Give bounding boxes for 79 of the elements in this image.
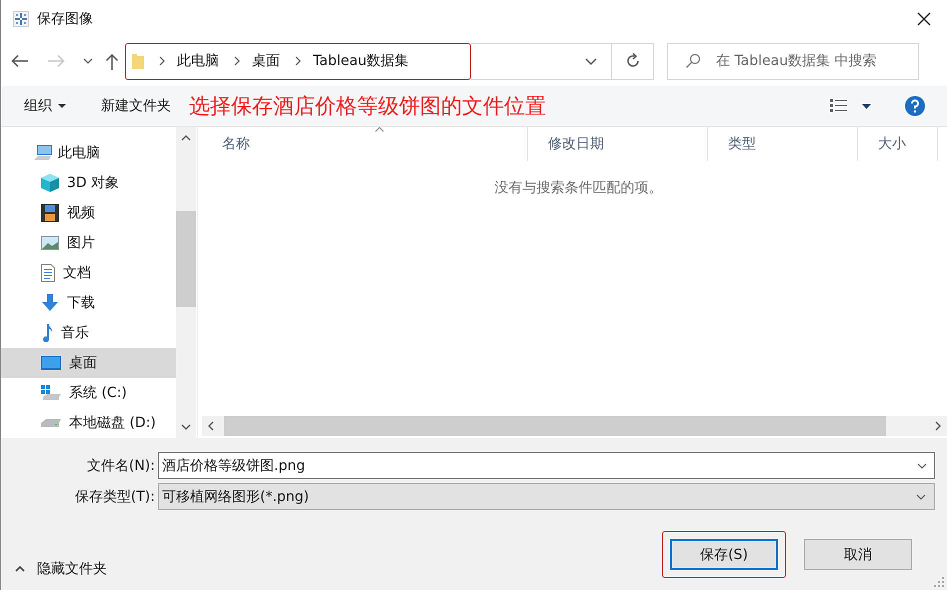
chevron-down-icon bbox=[585, 58, 597, 64]
monitor-icon bbox=[41, 356, 61, 370]
window-title: 保存图像 bbox=[37, 10, 93, 28]
sort-caret-icon bbox=[375, 127, 384, 132]
hide-folders-button[interactable]: 隐藏文件夹 bbox=[15, 560, 107, 578]
column-header[interactable]: 名称 bbox=[202, 127, 528, 161]
caret-icon[interactable] bbox=[862, 104, 871, 108]
refresh-icon bbox=[624, 53, 640, 69]
drive-icon bbox=[41, 418, 61, 428]
search-icon bbox=[685, 52, 701, 68]
chevron-up-icon bbox=[181, 135, 191, 141]
address-bar[interactable]: 此电脑 桌面 Tableau数据集 bbox=[125, 42, 471, 80]
film-icon bbox=[41, 204, 59, 222]
search-field[interactable]: 在 Tableau数据集 中搜索 bbox=[667, 42, 919, 80]
sidebar-item[interactable]: 图片 bbox=[1, 228, 176, 258]
field-label: 保存类型(T): bbox=[74, 488, 156, 506]
chevron-down-icon bbox=[181, 424, 191, 430]
file-type-dropdown[interactable]: 可移植网络图形(*.png) bbox=[158, 483, 935, 510]
music-note-icon bbox=[41, 324, 53, 342]
sidebar-item[interactable]: 文档 bbox=[1, 258, 176, 288]
scrollbar-thumb[interactable] bbox=[176, 211, 196, 307]
sidebar-label: 本地磁盘 (D:) bbox=[69, 414, 156, 432]
chevron-down-icon bbox=[916, 494, 926, 500]
sidebar-label: 图片 bbox=[67, 234, 95, 252]
system-drive-icon bbox=[41, 385, 61, 401]
empty-message: 没有与搜索条件匹配的项。 bbox=[494, 179, 662, 198]
sidebar-item[interactable]: 下载 bbox=[1, 288, 176, 318]
back-arrow-icon[interactable] bbox=[11, 54, 29, 68]
sidebar-label: 3D 对象 bbox=[67, 174, 120, 192]
sidebar-label: 文档 bbox=[63, 264, 91, 282]
sidebar-item[interactable]: 桌面 bbox=[1, 348, 176, 378]
chevron-up-icon bbox=[15, 566, 25, 572]
close-icon[interactable] bbox=[917, 12, 931, 26]
annotation-text: 选择保存酒店价格等级饼图的文件位置 bbox=[189, 93, 546, 120]
document-icon bbox=[41, 264, 55, 282]
sidebar-item[interactable]: 本地磁盘 (D:) bbox=[1, 408, 176, 438]
app-icon bbox=[13, 11, 29, 27]
sidebar-item[interactable]: 音乐 bbox=[1, 318, 176, 348]
sidebar-item[interactable]: 此电脑 bbox=[1, 138, 176, 168]
chevron-right-icon bbox=[935, 421, 941, 431]
sidebar-label: 系统 (C:) bbox=[69, 384, 127, 402]
chevron-left-icon bbox=[208, 421, 214, 431]
column-header[interactable]: 大小 bbox=[858, 127, 938, 161]
file-name-field[interactable]: 酒店价格等级饼图.png bbox=[158, 452, 935, 479]
chevron-right-icon bbox=[159, 56, 165, 66]
sidebar-item[interactable]: 3D 对象 bbox=[1, 168, 176, 198]
refresh-button[interactable] bbox=[612, 42, 654, 80]
down-arrow-icon bbox=[41, 294, 59, 312]
column-header[interactable]: 修改日期 bbox=[528, 127, 708, 161]
vertical-scrollbar[interactable] bbox=[176, 127, 196, 438]
chevron-right-icon bbox=[295, 56, 301, 66]
computer-icon bbox=[34, 145, 54, 161]
sidebar-label: 视频 bbox=[67, 204, 95, 222]
caret-icon bbox=[58, 104, 66, 108]
column-header[interactable]: 类型 bbox=[708, 127, 858, 161]
cube-icon bbox=[41, 174, 59, 192]
breadcrumb[interactable]: Tableau数据集 bbox=[313, 52, 409, 70]
field-label: 文件名(N): bbox=[86, 456, 156, 474]
picture-icon bbox=[41, 236, 59, 250]
help-icon[interactable] bbox=[905, 96, 925, 116]
resize-grip-icon[interactable] bbox=[933, 576, 945, 588]
dialog-button[interactable]: 取消 bbox=[804, 539, 912, 570]
new-folder-button[interactable]: 新建文件夹 bbox=[101, 97, 171, 115]
organize-menu[interactable]: 组织 bbox=[24, 97, 66, 115]
sidebar-label: 音乐 bbox=[61, 324, 89, 342]
sidebar-item[interactable]: 系统 (C:) bbox=[1, 378, 176, 408]
up-arrow-icon[interactable] bbox=[105, 52, 119, 70]
sidebar-label: 桌面 bbox=[69, 354, 97, 372]
chevron-down-icon bbox=[917, 463, 927, 469]
dialog-button[interactable]: 保存(S) bbox=[670, 539, 778, 570]
chevron-down-icon[interactable] bbox=[83, 58, 93, 64]
breadcrumb[interactable]: 桌面 bbox=[252, 52, 280, 70]
sidebar-item[interactable]: 视频 bbox=[1, 198, 176, 228]
view-list-icon[interactable] bbox=[830, 99, 848, 113]
chevron-right-icon bbox=[234, 56, 240, 66]
sidebar-label: 此电脑 bbox=[58, 144, 100, 162]
breadcrumb[interactable]: 此电脑 bbox=[177, 52, 219, 70]
sidebar-label: 下载 bbox=[67, 294, 95, 312]
folder-icon bbox=[132, 53, 144, 69]
